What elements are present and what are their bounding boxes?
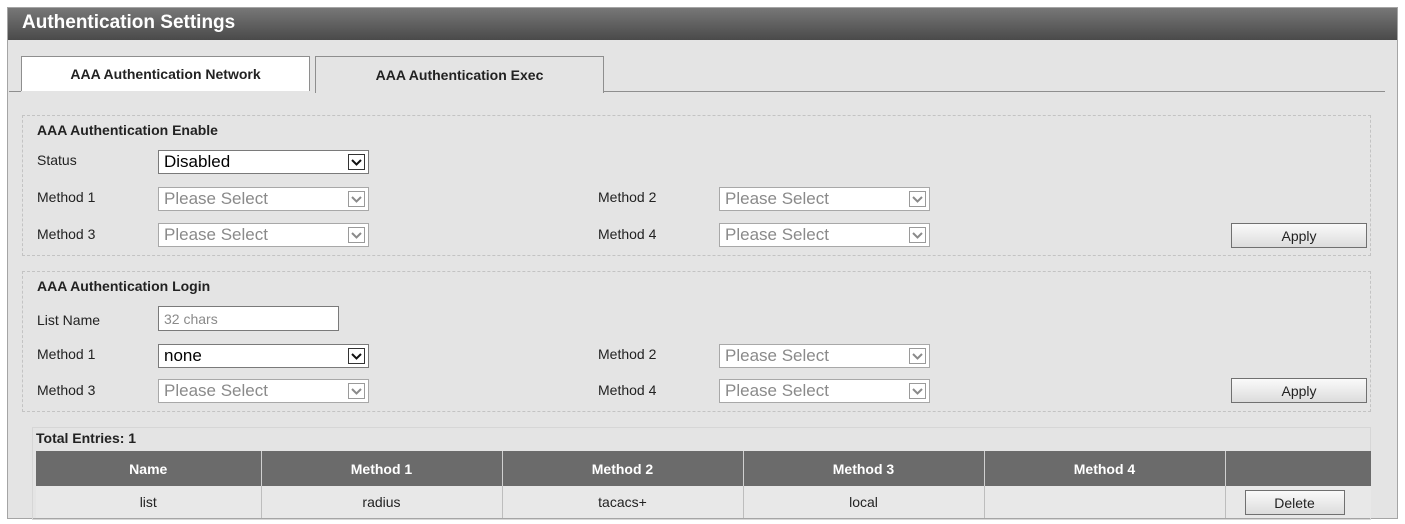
select-value: none [164,346,202,365]
chevron-down-icon [909,227,926,243]
cell-action: Delete [1225,486,1371,518]
tab-divider [9,91,21,92]
aaa-authentication-login-section: AAA Authentication Login List Name Metho… [22,271,1371,412]
enable-method2-select[interactable]: Please Select [719,187,930,211]
login-apply-button[interactable]: Apply [1231,378,1367,403]
status-select-value: Disabled [164,152,231,171]
total-entries: Total Entries: 1 [36,430,137,446]
method3-label: Method 3 [37,226,96,242]
method1-label: Method 1 [37,346,96,362]
delete-button[interactable]: Delete [1244,490,1345,515]
method2-label: Method 2 [598,346,657,362]
cell-method3: local [743,486,985,518]
cell-method2: tacacs+ [502,486,744,518]
select-value: Please Select [725,381,829,400]
login-method3-select[interactable]: Please Select [158,379,369,403]
enable-method3-select[interactable]: Please Select [158,223,369,247]
chevron-down-icon [348,227,365,243]
cell-name: list [36,486,262,518]
page-title: Authentication Settings [8,8,1397,40]
column-header-method3: Method 3 [743,451,985,486]
chevron-down-icon [348,154,365,170]
chevron-down-icon [909,348,926,364]
select-value: Please Select [164,225,268,244]
tab-label: AAA Authentication Network [70,66,261,82]
list-name-label: List Name [37,312,101,328]
method4-label: Method 4 [598,226,657,242]
login-method4-select[interactable]: Please Select [719,379,930,403]
method1-label: Method 1 [37,189,96,205]
aaa-authentication-enable-section: AAA Authentication Enable Status Disable… [22,115,1371,256]
table-row: list radius tacacs+ local Delete [36,486,1371,518]
column-header-action [1225,451,1371,486]
list-name-input[interactable] [158,306,339,331]
column-header-name: Name [36,451,262,486]
column-header-method4: Method 4 [984,451,1226,486]
enable-method4-select[interactable]: Please Select [719,223,930,247]
status-label: Status [37,152,77,168]
select-value: Please Select [725,225,829,244]
tab-label: AAA Authentication Exec [375,67,544,83]
chevron-down-icon [909,191,926,207]
select-value: Please Select [725,346,829,365]
tab-aaa-authentication-network[interactable]: AAA Authentication Network [21,56,310,91]
chevron-down-icon [348,383,365,399]
enable-method1-select[interactable]: Please Select [158,187,369,211]
section-title: AAA Authentication Enable [37,122,218,138]
section-title: AAA Authentication Login [37,278,211,294]
chevron-down-icon [348,191,365,207]
status-select[interactable]: Disabled [158,150,369,174]
chevron-down-icon [348,348,365,364]
login-method1-select[interactable]: none [158,344,369,368]
table-header-row: Name Method 1 Method 2 Method 3 Method 4 [36,451,1371,486]
method3-label: Method 3 [37,382,96,398]
entries-table: Name Method 1 Method 2 Method 3 Method 4… [36,451,1371,518]
tab-divider [604,91,1385,92]
column-header-method1: Method 1 [261,451,503,486]
tab-aaa-authentication-exec[interactable]: AAA Authentication Exec [315,56,604,93]
enable-apply-button[interactable]: Apply [1231,223,1367,248]
chevron-down-icon [909,383,926,399]
cell-method4 [984,486,1226,518]
column-header-method2: Method 2 [502,451,744,486]
method2-label: Method 2 [598,189,657,205]
cell-method1: radius [261,486,503,518]
select-value: Please Select [725,189,829,208]
select-value: Please Select [164,189,268,208]
login-method2-select[interactable]: Please Select [719,344,930,368]
method4-label: Method 4 [598,382,657,398]
select-value: Please Select [164,381,268,400]
